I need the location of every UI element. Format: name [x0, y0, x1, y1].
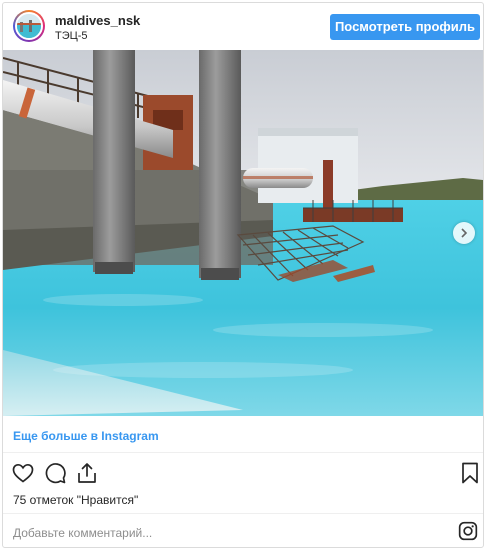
post-header: maldives_nsk ТЭЦ-5 Посмотреть профиль — [3, 3, 483, 49]
view-profile-button[interactable]: Посмотреть профиль — [330, 14, 480, 40]
comment-input[interactable]: Добавьте комментарий... — [13, 526, 152, 540]
more-on-instagram-link[interactable]: Еще больше в Instagram — [13, 429, 159, 443]
post-photo[interactable] — [3, 50, 483, 416]
instagram-icon[interactable] — [458, 521, 478, 541]
chevron-right-icon — [461, 228, 468, 238]
username[interactable]: maldives_nsk — [55, 13, 140, 28]
share-icon[interactable] — [75, 461, 99, 485]
bookmark-icon[interactable] — [458, 461, 482, 485]
comment-icon[interactable] — [43, 461, 67, 485]
avatar[interactable] — [13, 10, 45, 42]
location[interactable]: ТЭЦ-5 — [55, 30, 88, 42]
likes-count[interactable]: 75 отметок "Нравится" — [13, 493, 138, 507]
next-photo-button[interactable] — [453, 222, 475, 244]
divider — [3, 513, 483, 514]
heart-icon[interactable] — [11, 461, 35, 485]
divider — [3, 452, 483, 453]
instagram-embed: maldives_nsk ТЭЦ-5 Посмотреть профиль Ещ… — [2, 2, 484, 548]
